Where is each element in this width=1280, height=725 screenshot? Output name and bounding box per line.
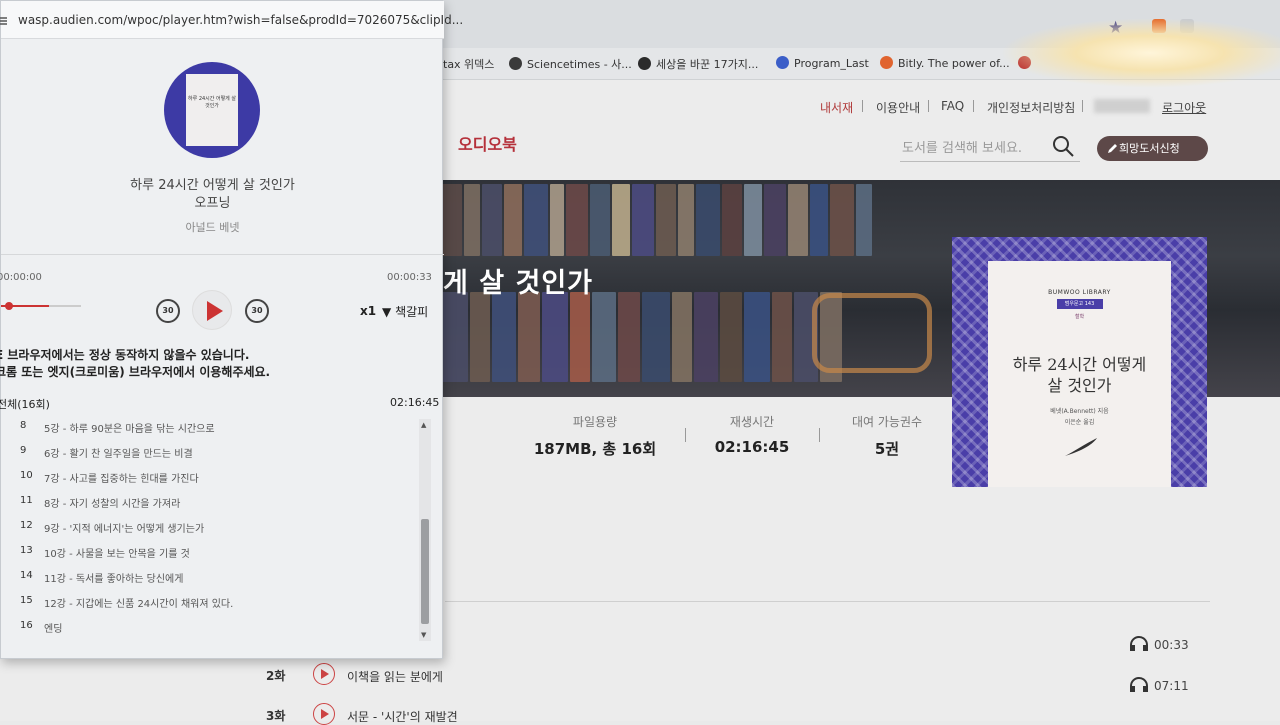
forward-30-button[interactable]: 30	[245, 299, 269, 323]
volume-handle[interactable]	[5, 302, 13, 310]
progress-bar[interactable]	[1, 254, 444, 255]
banner-title: 게 살 것인가	[443, 268, 593, 299]
headphones-icon[interactable]	[1129, 677, 1149, 693]
cover-series-tag: 범우문고 143	[1056, 299, 1103, 309]
bookmark-item[interactable]: Sciencetimes - 사...	[509, 56, 632, 72]
chapter-scrollbar[interactable]: ▲ ▼	[419, 419, 431, 641]
bookshelf-decoration	[440, 292, 844, 397]
play-button[interactable]	[192, 290, 232, 330]
chapter-row[interactable]: 16 엔딩	[1, 615, 421, 640]
cover-category: 철학	[1074, 314, 1085, 320]
bookmark-item[interactable]: Program_Last	[776, 56, 869, 70]
episode-play-button[interactable]	[313, 663, 335, 685]
chapter-row[interactable]: 15 12강 - 지갑에는 신품 24시간이 채워져 있다.	[1, 590, 421, 615]
stat-value-filesize: 187MB, 총 16회	[533, 440, 657, 458]
site-logo[interactable]: 오디오북	[458, 131, 517, 155]
current-time: 00:00:00	[0, 272, 42, 283]
chapter-row[interactable]: 11 8강 - 자기 성찰의 시간을 가져라	[1, 490, 421, 515]
episode-number: 3화	[266, 709, 286, 723]
episode-play-button[interactable]	[313, 703, 335, 725]
cover-author: 베넷(A.Bennett) 지음	[1050, 408, 1109, 415]
bitly-icon	[880, 56, 893, 69]
episode-duration: 00:33	[1154, 638, 1189, 652]
album-art-cover: 하루 24시간 어떻게 살 것인가	[186, 74, 238, 146]
browser-notice: 크롬 또는 엣지(크로미움) 브라우저에서 이용해주세요.	[0, 365, 271, 379]
total-time: 00:00:33	[387, 272, 432, 283]
cover-panel: BUMWOO LIBRARY 범우문고 143 철학 하루 24시간 어떻게 살…	[988, 261, 1171, 487]
globe-icon	[509, 57, 522, 70]
search-icon[interactable]	[1052, 135, 1074, 157]
site-icon	[776, 56, 789, 69]
audio-player-window: wasp.audien.com/wpoc/player.htm?wish=fal…	[0, 0, 463, 659]
stat-label-filesize: 파일용량	[572, 415, 618, 429]
nav-separator	[973, 100, 974, 112]
globe-icon	[638, 57, 651, 70]
chapter-list: 8 5강 - 하루 90분은 마음을 닦는 시간으로 9 6강 - 활기 찬 일주일…	[1, 415, 433, 640]
chapter-row[interactable]: 9 6강 - 활기 찬 일주일을 만드는 비결	[1, 440, 421, 465]
cover-library-name: BUMWOO LIBRARY	[1048, 289, 1111, 296]
bookmark-label: 책갈피	[395, 305, 429, 319]
chapter-row[interactable]: 12 9강 - '지적 에너지'는 어떻게 생기는가	[1, 515, 421, 540]
nav-guide[interactable]: 이용안내	[876, 99, 920, 116]
chapter-row[interactable]: 8 5강 - 하루 90분은 마음을 닦는 시간으로	[1, 415, 421, 440]
popup-url-bar: wasp.audien.com/wpoc/player.htm?wish=fal…	[0, 1, 463, 39]
wish-book-label: 희망도서신청	[1119, 142, 1180, 155]
scroll-down-icon[interactable]: ▼	[421, 631, 426, 639]
nav-user-name	[1094, 99, 1150, 113]
chapter-list-total: 02:16:45	[390, 396, 440, 409]
speed-button[interactable]: x1	[360, 304, 376, 318]
divider	[445, 601, 1210, 602]
book-cover: BUMWOO LIBRARY 범우문고 143 철학 하루 24시간 어떻게 살…	[952, 237, 1207, 487]
nav-faq[interactable]: FAQ	[941, 99, 964, 113]
browser-notice: E 브라우저에서는 정상 동작하지 않을수 있습니다.	[0, 348, 250, 362]
search-input[interactable]: 도서를 검색해 보세요.	[902, 137, 1022, 156]
episode-number: 2화	[266, 669, 286, 683]
scroll-up-icon[interactable]: ▲	[421, 421, 426, 429]
nav-logout[interactable]: 로그아웃	[1162, 99, 1206, 116]
pencil-icon	[1108, 144, 1117, 153]
cover-title-line2: 살 것인가	[1047, 376, 1112, 395]
bookmark-icon: ▼	[382, 305, 392, 319]
bookmark-item[interactable]: tax 위덱스	[443, 56, 494, 72]
bookmark-button[interactable]: ▼ 책갈피	[382, 303, 428, 320]
episode-duration: 07:11	[1154, 679, 1189, 693]
lamp-reflection	[812, 293, 932, 373]
bookmark-item[interactable]: Bitly. The power of...	[880, 56, 1010, 70]
chapter-row[interactable]: 14 11강 - 독서를 좋아하는 당신에게	[1, 565, 421, 590]
nav-my-library[interactable]: 내서재	[820, 99, 853, 116]
episode-title[interactable]: 서문 - '시간'의 재발견	[347, 708, 458, 725]
rewind-30-button[interactable]: 30	[156, 299, 180, 323]
popup-url[interactable]: wasp.audien.com/wpoc/player.htm?wish=fal…	[18, 13, 463, 27]
stat-value-available: 5권	[874, 440, 900, 458]
scrollbar-thumb[interactable]	[421, 519, 429, 624]
bookmark-item[interactable]: 세상을 바꾼 17가지...	[638, 56, 758, 72]
album-art: 하루 24시간 어떻게 살 것인가	[164, 62, 260, 158]
player-title: 하루 24시간 어떻게 살 것인가	[130, 178, 295, 193]
quill-icon	[1065, 438, 1097, 456]
light-glare	[1000, 18, 1280, 88]
chapter-row[interactable]: 10 7강 - 사고를 집중하는 힌대를 가진다	[1, 465, 421, 490]
stat-label-available: 대여 가능권수	[851, 415, 923, 429]
nav-separator	[928, 100, 929, 112]
volume-slider[interactable]	[1, 302, 81, 310]
album-art-title: 하루 24시간 어떻게 살 것인가	[188, 96, 236, 109]
chapter-list-header: 전체(16회)	[0, 398, 50, 411]
site-info-icon[interactable]	[0, 15, 9, 27]
cover-title-line1: 하루 24시간 어떻게	[1012, 355, 1147, 374]
player-subtitle: 오프닝	[194, 196, 231, 211]
stat-label-playtime: 재생시간	[729, 415, 775, 429]
chapter-row[interactable]: 13 10강 - 사물을 보는 안목을 기를 것	[1, 540, 421, 565]
player-author: 아널드 베넷	[185, 221, 240, 234]
cover-translator: 이은순 옮김	[1064, 419, 1095, 426]
nav-separator	[862, 100, 863, 112]
headphones-icon[interactable]	[1129, 636, 1149, 652]
episode-title[interactable]: 이책을 읽는 분에게	[347, 668, 443, 685]
wish-book-button[interactable]: 희망도서신청	[1097, 136, 1208, 161]
nav-separator	[1082, 100, 1083, 112]
nav-privacy[interactable]: 개인정보처리방침	[987, 99, 1075, 116]
